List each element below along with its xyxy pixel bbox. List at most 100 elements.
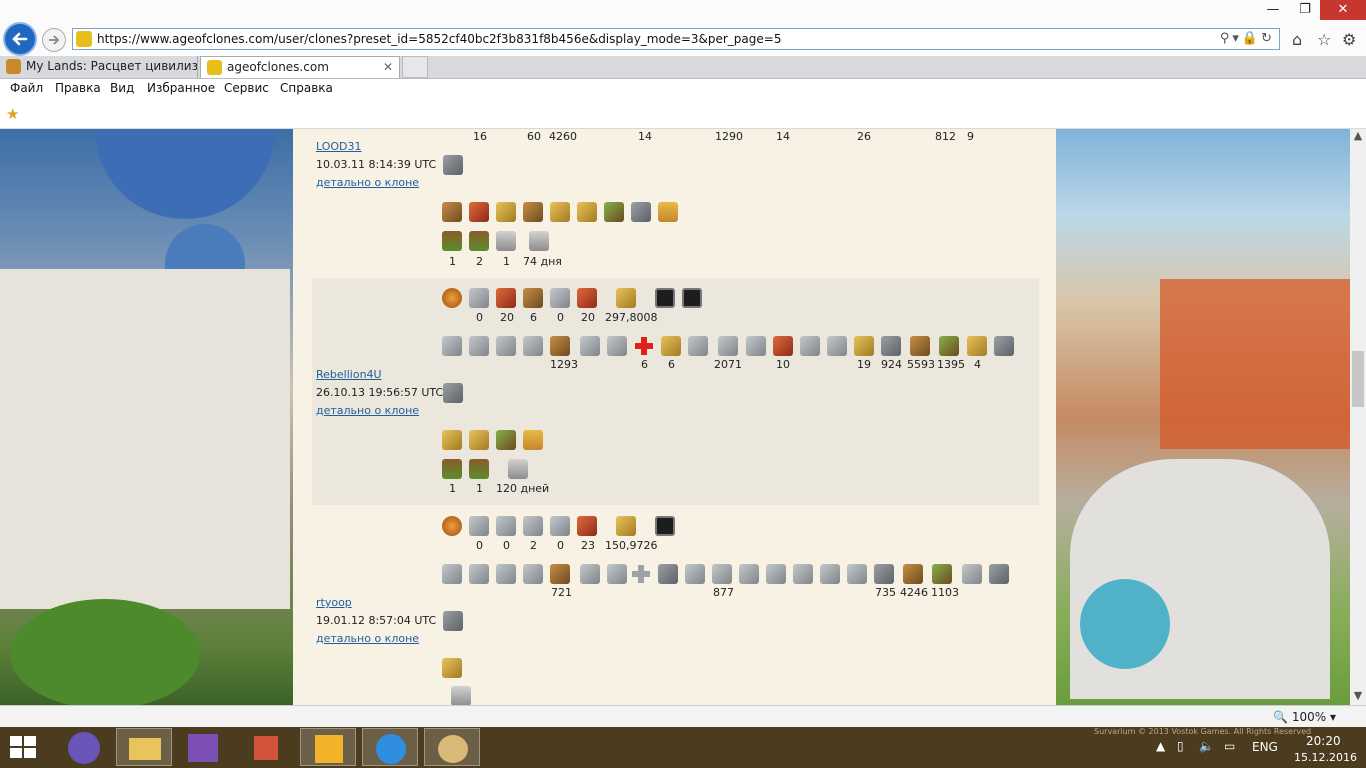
clock-time[interactable]: 20:20 bbox=[1306, 734, 1341, 748]
wall-icon[interactable] bbox=[688, 336, 708, 356]
strongman-icon[interactable] bbox=[910, 336, 930, 356]
network-icon[interactable]: ▭ bbox=[1224, 739, 1235, 753]
unit-icon[interactable] bbox=[469, 564, 489, 584]
minimize-button[interactable]: — bbox=[1258, 0, 1288, 20]
boat-icon[interactable] bbox=[469, 202, 489, 222]
magnifier-icon[interactable] bbox=[607, 564, 627, 584]
skill-icon[interactable] bbox=[655, 516, 675, 536]
warrior-icon[interactable] bbox=[496, 288, 516, 308]
swords-icon[interactable] bbox=[712, 564, 732, 584]
maximize-button[interactable]: ❐ bbox=[1290, 0, 1320, 20]
power-icon[interactable]: ▯ bbox=[1177, 739, 1184, 753]
shield-icon[interactable] bbox=[658, 564, 678, 584]
worker-icon[interactable] bbox=[469, 516, 489, 536]
academy-icon[interactable] bbox=[529, 231, 549, 251]
taskbar-visual-studio-icon[interactable] bbox=[176, 728, 232, 766]
pirate-icon[interactable] bbox=[989, 564, 1009, 584]
taskbar-file-explorer-icon[interactable] bbox=[116, 728, 172, 766]
wolf-icon[interactable] bbox=[550, 288, 570, 308]
clone-name-link[interactable]: Rebellion4U bbox=[316, 368, 382, 381]
start-windows-icon[interactable] bbox=[10, 736, 38, 760]
ram-icon[interactable] bbox=[550, 564, 570, 584]
volume-icon[interactable]: 🔈 bbox=[1199, 739, 1214, 753]
home-icon[interactable]: ⌂ bbox=[1292, 30, 1302, 49]
rider-icon[interactable] bbox=[577, 288, 597, 308]
unit-icon[interactable] bbox=[496, 336, 516, 356]
net-icon[interactable] bbox=[580, 336, 600, 356]
new-tab-button[interactable] bbox=[402, 56, 428, 78]
unit-icon[interactable] bbox=[496, 564, 516, 584]
crossbow-icon[interactable] bbox=[523, 516, 543, 536]
clone-details-link[interactable]: детально о клоне bbox=[316, 632, 419, 645]
back-button[interactable] bbox=[3, 22, 37, 56]
cannon-icon[interactable] bbox=[442, 202, 462, 222]
fish-icon[interactable] bbox=[616, 516, 636, 536]
catapult-icon[interactable] bbox=[523, 202, 543, 222]
academy-icon[interactable] bbox=[508, 459, 528, 479]
horse-icon[interactable] bbox=[442, 658, 462, 678]
farmhouse-icon[interactable] bbox=[469, 231, 489, 251]
house-icon[interactable] bbox=[442, 459, 462, 479]
cannon-gray-icon[interactable] bbox=[820, 564, 840, 584]
horn-icon[interactable] bbox=[739, 564, 759, 584]
swords-icon[interactable] bbox=[718, 336, 738, 356]
soldiers-icon[interactable] bbox=[496, 430, 516, 450]
bandit-icon[interactable] bbox=[881, 336, 901, 356]
forward-button[interactable] bbox=[42, 28, 66, 52]
worker-icon[interactable] bbox=[469, 288, 489, 308]
net-icon[interactable] bbox=[580, 564, 600, 584]
bandit-icon[interactable] bbox=[874, 564, 894, 584]
menu-view[interactable]: Вид bbox=[110, 81, 134, 95]
red-cross-icon[interactable] bbox=[634, 336, 654, 356]
close-window-button[interactable]: ✕ bbox=[1320, 0, 1366, 20]
taskbar-paint-icon[interactable] bbox=[424, 728, 480, 766]
address-url[interactable]: https://www.ageofclones.com/user/clones?… bbox=[97, 32, 781, 46]
magnifier-icon[interactable] bbox=[607, 336, 627, 356]
scroll-down-icon[interactable]: ▼ bbox=[1350, 689, 1366, 705]
warrior-icon[interactable] bbox=[496, 516, 516, 536]
painting-icon[interactable] bbox=[939, 336, 959, 356]
unit-icon[interactable] bbox=[523, 564, 543, 584]
menu-edit[interactable]: Правка bbox=[55, 81, 101, 95]
pickaxe-icon[interactable] bbox=[793, 564, 813, 584]
clone-name-link[interactable]: rtyoop bbox=[316, 596, 352, 609]
close-tab-icon[interactable]: ✕ bbox=[383, 57, 393, 77]
taskbar-app-launcher-icon[interactable] bbox=[58, 728, 114, 766]
clone-portrait-icon[interactable] bbox=[443, 383, 463, 403]
taskbar-speaker-app-icon[interactable] bbox=[238, 728, 294, 766]
pirate-icon[interactable] bbox=[994, 336, 1014, 356]
rider-icon[interactable] bbox=[577, 516, 597, 536]
favorites-star-icon[interactable]: ☆ bbox=[1317, 30, 1331, 49]
clone-portrait-icon[interactable] bbox=[443, 155, 463, 175]
monk-icon[interactable] bbox=[967, 336, 987, 356]
menu-favorites[interactable]: Избранное bbox=[147, 81, 215, 95]
clock-date[interactable]: 15.12.2016 bbox=[1294, 751, 1357, 764]
tab-ageofclones[interactable]: ageofclones.com ✕ bbox=[200, 56, 400, 78]
show-hidden-icons-icon[interactable]: ▲ bbox=[1156, 739, 1165, 753]
shield-icon[interactable] bbox=[661, 336, 681, 356]
unit-icon[interactable] bbox=[442, 336, 462, 356]
clone-details-link[interactable]: детально о клоне bbox=[316, 176, 419, 189]
menu-help[interactable]: Справка bbox=[280, 81, 333, 95]
fish-icon[interactable] bbox=[616, 288, 636, 308]
house-icon[interactable] bbox=[442, 231, 462, 251]
zoom-dropdown-icon[interactable]: ▾ bbox=[1330, 710, 1336, 724]
clone-details-link[interactable]: детально о клоне bbox=[316, 404, 419, 417]
wheat-field-icon[interactable] bbox=[523, 430, 543, 450]
scroll-up-icon[interactable]: ▲ bbox=[1350, 129, 1366, 145]
gray-cross-icon[interactable] bbox=[631, 564, 651, 584]
ram-icon[interactable] bbox=[550, 336, 570, 356]
wolf-icon[interactable] bbox=[550, 516, 570, 536]
academy-icon[interactable] bbox=[451, 686, 471, 705]
soldiers-icon[interactable] bbox=[604, 202, 624, 222]
sled-icon[interactable] bbox=[766, 564, 786, 584]
pickaxe-icon[interactable] bbox=[800, 336, 820, 356]
address-bar[interactable]: https://www.ageofclones.com/user/clones?… bbox=[72, 28, 1280, 50]
page-scrollbar[interactable]: ▲ ▼ bbox=[1350, 129, 1366, 705]
tab-my-lands[interactable]: My Lands: Расцвет цивилизац... bbox=[0, 56, 198, 78]
orange-ball-icon[interactable] bbox=[442, 288, 462, 308]
zoom-level[interactable]: 🔍 100% ▾ bbox=[1273, 710, 1336, 724]
wall-icon[interactable] bbox=[685, 564, 705, 584]
painting-icon[interactable] bbox=[932, 564, 952, 584]
crossbow-icon[interactable] bbox=[523, 288, 543, 308]
